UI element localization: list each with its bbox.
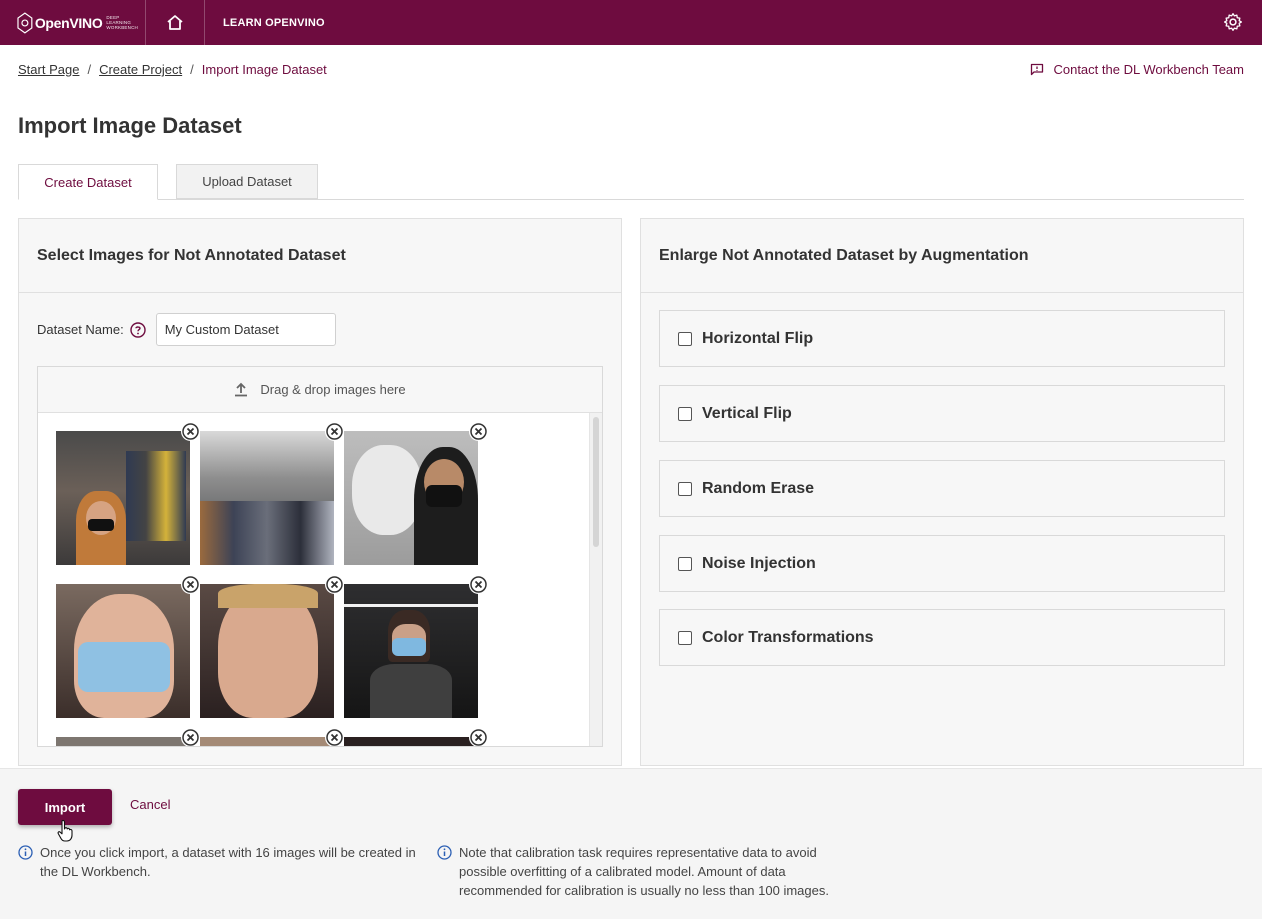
close-circle-icon [470, 576, 487, 593]
calibration-info-note: Note that calibration task requires repr… [437, 843, 837, 900]
logo-subtitle: DEEP LEARNING WORKBENCH [106, 15, 145, 30]
remove-image-button[interactable] [469, 575, 488, 594]
close-circle-icon [326, 729, 343, 746]
image-preview [56, 737, 190, 746]
image-thumbnail [200, 575, 344, 718]
home-button[interactable] [146, 0, 205, 45]
remove-image-button[interactable] [325, 728, 344, 746]
close-circle-icon [182, 576, 199, 593]
select-images-panel: Select Images for Not Annotated Dataset … [18, 218, 622, 766]
home-icon [167, 15, 183, 30]
tab-create-dataset[interactable]: Create Dataset [18, 164, 158, 200]
info-icon [437, 845, 452, 860]
option-color-transformations[interactable]: Color Transformations [659, 609, 1225, 666]
remove-image-button[interactable] [325, 422, 344, 441]
close-circle-icon [326, 576, 343, 593]
breadcrumb-separator: / [87, 62, 92, 77]
image-preview [344, 431, 478, 565]
vertical-flip-checkbox[interactable] [678, 406, 692, 421]
upload-icon [235, 382, 248, 397]
augmentation-title: Enlarge Not Annotated Dataset by Augment… [641, 219, 1243, 293]
image-preview [200, 737, 334, 746]
breadcrumb-create-project[interactable]: Create Project [99, 62, 182, 77]
image-preview [200, 584, 334, 718]
logo-sub-line-2: WORKBENCH [106, 25, 138, 30]
remove-image-button[interactable] [181, 575, 200, 594]
random-erase-checkbox[interactable] [678, 481, 692, 496]
image-thumbnail [344, 575, 488, 718]
logo-sub-line-1: DEEP LEARNING [106, 15, 132, 25]
dataset-name-input[interactable] [155, 313, 336, 346]
logo-text: OpenVINO [34, 14, 103, 31]
help-icon[interactable] [130, 321, 146, 338]
dataset-name-row: Dataset Name: [37, 313, 336, 346]
option-horizontal-flip[interactable]: Horizontal Flip [659, 310, 1225, 367]
image-preview [200, 431, 334, 565]
horizontal-flip-checkbox[interactable] [678, 331, 692, 346]
image-preview [344, 737, 478, 746]
openvino-logo-icon [17, 11, 33, 34]
image-list-scrollbar[interactable] [589, 413, 602, 746]
augmentation-panel: Enlarge Not Annotated Dataset by Augment… [640, 218, 1244, 766]
info-icon [18, 845, 33, 860]
color-transformations-label: Color Transformations [702, 628, 874, 646]
openvino-logo[interactable]: OpenVINO DEEP LEARNING WORKBENCH [0, 0, 146, 45]
image-thumbnail [56, 728, 200, 746]
hand-cursor-icon [57, 819, 73, 842]
close-circle-icon [182, 423, 199, 440]
close-circle-icon [182, 729, 199, 746]
contact-team-link[interactable]: Contact the DL Workbench Team [1030, 62, 1244, 77]
import-info-note: Once you click import, a dataset with 16… [18, 843, 418, 881]
breadcrumb-start-page[interactable]: Start Page [18, 62, 79, 77]
horizontal-flip-label: Horizontal Flip [702, 329, 814, 347]
dataset-name-label: Dataset Name: [37, 322, 124, 337]
close-circle-icon [326, 423, 343, 440]
tab-upload-dataset[interactable]: Upload Dataset [176, 164, 318, 199]
close-circle-icon [470, 729, 487, 746]
noise-injection-label: Noise Injection [702, 554, 816, 572]
breadcrumb-current: Import Image Dataset [201, 62, 327, 77]
image-thumbnail [56, 575, 200, 718]
remove-image-button[interactable] [181, 728, 200, 746]
option-random-erase[interactable]: Random Erase [659, 460, 1225, 517]
drop-area-header[interactable]: Drag & drop images here [38, 367, 602, 413]
remove-image-button[interactable] [325, 575, 344, 594]
image-thumbnail [56, 422, 200, 565]
breadcrumb: Start Page / Create Project / Import Ima… [18, 62, 327, 77]
close-circle-icon [470, 423, 487, 440]
image-thumbnail [200, 422, 344, 565]
gear-icon[interactable] [1223, 12, 1243, 32]
remove-image-button[interactable] [469, 728, 488, 746]
action-footer: Import Cancel Once you click import, a d… [0, 768, 1262, 919]
image-preview [344, 584, 478, 718]
image-thumbnail [344, 422, 488, 565]
feedback-icon [1031, 63, 1044, 76]
contact-team-label: Contact the DL Workbench Team [1053, 62, 1244, 77]
image-preview [56, 584, 190, 718]
image-preview [56, 431, 190, 565]
option-vertical-flip[interactable]: Vertical Flip [659, 385, 1225, 442]
tab-bar: Create Dataset Upload Dataset [18, 164, 1244, 200]
noise-injection-checkbox[interactable] [678, 556, 692, 571]
vertical-flip-label: Vertical Flip [702, 404, 792, 422]
image-dropzone[interactable]: Drag & drop images here [37, 366, 603, 747]
scrollbar-thumb[interactable] [593, 417, 599, 547]
image-thumbnail [200, 728, 344, 746]
option-noise-injection[interactable]: Noise Injection [659, 535, 1225, 592]
breadcrumb-separator: / [190, 62, 194, 77]
drop-label: Drag & drop images here [260, 382, 406, 397]
import-info-text: Once you click import, a dataset with 16… [40, 845, 416, 879]
remove-image-button[interactable] [181, 422, 200, 441]
color-transformations-checkbox[interactable] [678, 630, 692, 645]
remove-image-button[interactable] [469, 422, 488, 441]
top-bar: OpenVINO DEEP LEARNING WORKBENCH LEARN O… [0, 0, 1262, 45]
cancel-button[interactable]: Cancel [130, 797, 170, 812]
calibration-info-text: Note that calibration task requires repr… [459, 845, 829, 898]
select-images-title: Select Images for Not Annotated Dataset [19, 219, 621, 293]
image-thumbnail [344, 728, 488, 746]
learn-openvino-link[interactable]: LEARN OPENVINO [205, 17, 325, 29]
random-erase-label: Random Erase [702, 479, 815, 497]
page-title: Import Image Dataset [18, 113, 242, 138]
